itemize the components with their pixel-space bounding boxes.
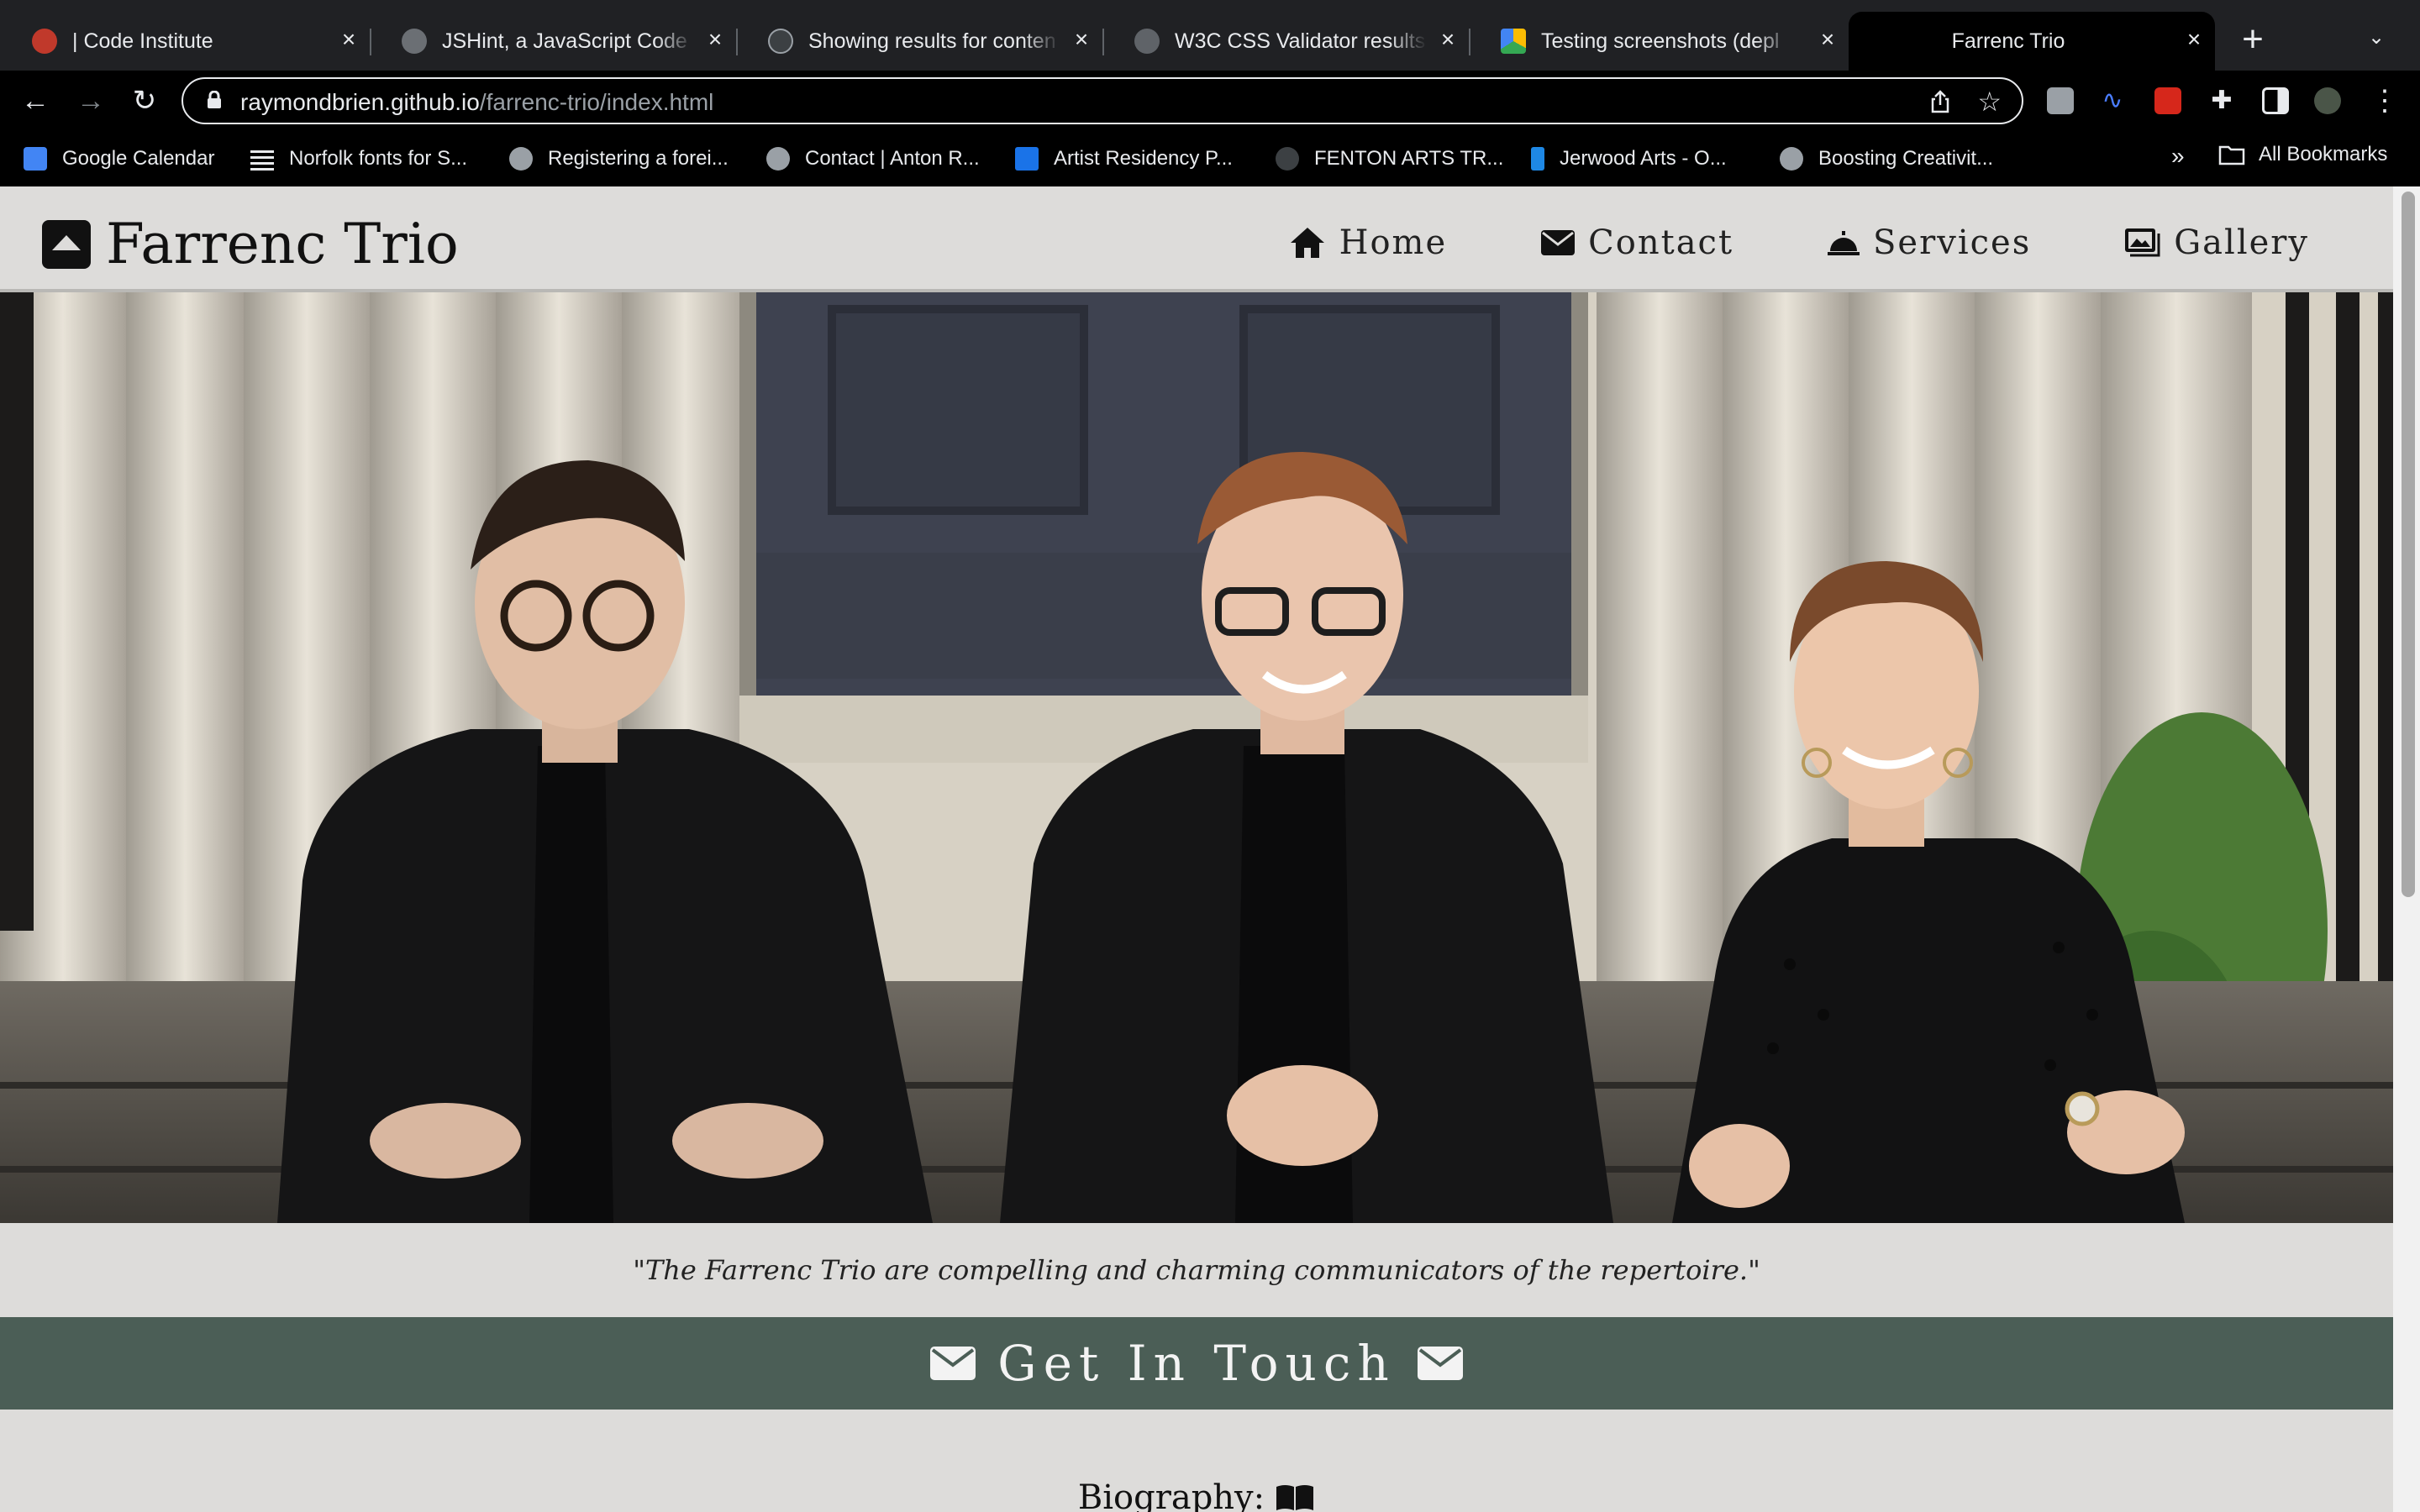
bookmark-item[interactable]: Boosting Creativit... bbox=[1780, 143, 1993, 175]
page-viewport: Farrenc Trio Home Contact Services Galle… bbox=[0, 186, 2420, 1512]
testimonial-quote: "The Farrenc Trio are compelling and cha… bbox=[633, 1254, 1760, 1286]
bookmark-item[interactable]: Registering a forei... bbox=[509, 143, 729, 175]
all-bookmarks-button[interactable]: All Bookmarks bbox=[2218, 143, 2387, 166]
bookmark-item[interactable]: Contact | Anton R... bbox=[766, 143, 980, 175]
more-bookmarks-button[interactable]: » bbox=[2171, 143, 2185, 170]
wave-extension-icon[interactable]: ∿ bbox=[2099, 87, 2126, 114]
biography-heading: Biography: bbox=[0, 1478, 2393, 1512]
close-tab-icon[interactable]: × bbox=[702, 27, 728, 52]
calendar-icon bbox=[24, 147, 47, 171]
folder-icon bbox=[2218, 145, 2245, 165]
w3c-icon bbox=[1134, 29, 1160, 54]
globe-icon bbox=[1780, 147, 1803, 171]
reload-button[interactable]: ↻ bbox=[128, 84, 161, 118]
side-panel-icon[interactable] bbox=[2262, 87, 2289, 114]
jerwood-logo-icon bbox=[1531, 147, 1544, 171]
main-nav: Home Contact Services Gallery bbox=[1289, 223, 2309, 262]
trio-photo bbox=[0, 292, 2393, 1223]
scrollbar-thumb[interactable] bbox=[2402, 192, 2415, 897]
page-scrollbar[interactable] bbox=[2393, 186, 2420, 1512]
close-tab-icon[interactable]: × bbox=[2181, 27, 2207, 52]
url-text: raymondbrien.github.io/farrenc-trio/inde… bbox=[240, 89, 714, 115]
tab-code-institute[interactable]: | Code Institute × bbox=[0, 12, 371, 71]
nav-gallery[interactable]: Gallery bbox=[2125, 223, 2309, 262]
tab-css-validator[interactable]: W3C CSS Validator results × bbox=[1102, 12, 1470, 71]
nav-home[interactable]: Home bbox=[1289, 223, 1448, 262]
share-icon[interactable] bbox=[1928, 89, 1953, 114]
google-drive-icon bbox=[1501, 29, 1526, 54]
get-in-touch-banner[interactable]: Get In Touch bbox=[0, 1317, 2393, 1410]
fenton-logo-icon bbox=[1276, 147, 1299, 171]
lock-icon bbox=[208, 91, 221, 108]
testimonial-band: "The Farrenc Trio are compelling and cha… bbox=[0, 1223, 2393, 1317]
address-bar[interactable]: raymondbrien.github.io/farrenc-trio/inde… bbox=[182, 77, 2023, 124]
close-tab-icon[interactable]: × bbox=[1815, 27, 1840, 52]
tab-google-drive[interactable]: Testing screenshots (depl × bbox=[1469, 12, 1849, 71]
globe-icon bbox=[402, 29, 427, 54]
bookmark-item[interactable]: Jerwood Arts - O... bbox=[1531, 143, 1727, 175]
bookmark-item[interactable]: Artist Residency P... bbox=[1015, 143, 1233, 175]
bookmark-item[interactable]: Norfolk fonts for S... bbox=[250, 143, 467, 175]
nav-services[interactable]: Services bbox=[1828, 223, 2031, 262]
bookmark-star-icon[interactable]: ☆ bbox=[1977, 86, 2002, 118]
close-tab-icon[interactable]: × bbox=[1069, 27, 1094, 52]
h-logo-icon bbox=[1015, 147, 1039, 171]
code-institute-favicon-icon bbox=[32, 29, 57, 54]
eject-square-icon bbox=[42, 219, 91, 269]
browser-menu-icon[interactable]: ⋮ bbox=[2368, 84, 2402, 118]
tab-jshint[interactable]: JSHint, a JavaScript Code × bbox=[370, 12, 738, 71]
nav-contact[interactable]: Contact bbox=[1541, 223, 1733, 262]
bookmark-item[interactable]: FENTON ARTS TR... bbox=[1276, 143, 1503, 175]
envelope-icon bbox=[1541, 230, 1576, 255]
globe-icon bbox=[766, 147, 790, 171]
globe-icon bbox=[509, 147, 533, 171]
forward-button[interactable]: → bbox=[74, 84, 108, 118]
tab-html-validator[interactable]: Showing results for conten × bbox=[736, 12, 1104, 71]
nu-validator-icon bbox=[768, 29, 793, 54]
envelope-icon bbox=[1417, 1347, 1463, 1380]
site-title: Farrenc Trio bbox=[106, 212, 459, 276]
browser-toolbar: ← → ↻ raymondbrien.github.io/farrenc-tri… bbox=[0, 71, 2420, 131]
bookmark-item[interactable]: Google Calendar bbox=[24, 143, 214, 175]
back-button[interactable]: ← bbox=[18, 84, 52, 118]
hero-image bbox=[0, 292, 2393, 1223]
new-tab-button[interactable]: + bbox=[2232, 18, 2274, 60]
envelope-icon bbox=[930, 1347, 976, 1380]
close-tab-icon[interactable]: × bbox=[1435, 27, 1460, 52]
tab-farrenc-trio[interactable]: Farrenc Trio × bbox=[1849, 12, 2215, 71]
tab-strip: | Code Institute × JSHint, a JavaScript … bbox=[0, 0, 2420, 71]
get-in-touch-label: Get In Touch bbox=[997, 1335, 1396, 1392]
puzzle-extensions-icon[interactable]: ✚ bbox=[2208, 87, 2235, 114]
extension-icon[interactable] bbox=[2047, 87, 2074, 114]
acrobat-icon[interactable] bbox=[2154, 87, 2181, 114]
stripes-icon bbox=[250, 147, 274, 171]
bell-icon bbox=[1828, 231, 1860, 255]
site-header: Farrenc Trio Home Contact Services Galle… bbox=[0, 186, 2393, 292]
profile-avatar[interactable] bbox=[2314, 87, 2341, 114]
images-icon bbox=[2125, 228, 2160, 257]
browser-chrome: | Code Institute × JSHint, a JavaScript … bbox=[0, 0, 2420, 186]
tab-search-chevron-icon[interactable]: ⌄ bbox=[2368, 25, 2385, 50]
site-logo[interactable]: Farrenc Trio bbox=[42, 212, 459, 276]
book-icon bbox=[1276, 1485, 1314, 1510]
close-tab-icon[interactable]: × bbox=[336, 27, 361, 52]
home-icon bbox=[1290, 228, 1324, 258]
bookmarks-bar: Google Calendar Norfolk fonts for S... R… bbox=[0, 131, 2420, 186]
